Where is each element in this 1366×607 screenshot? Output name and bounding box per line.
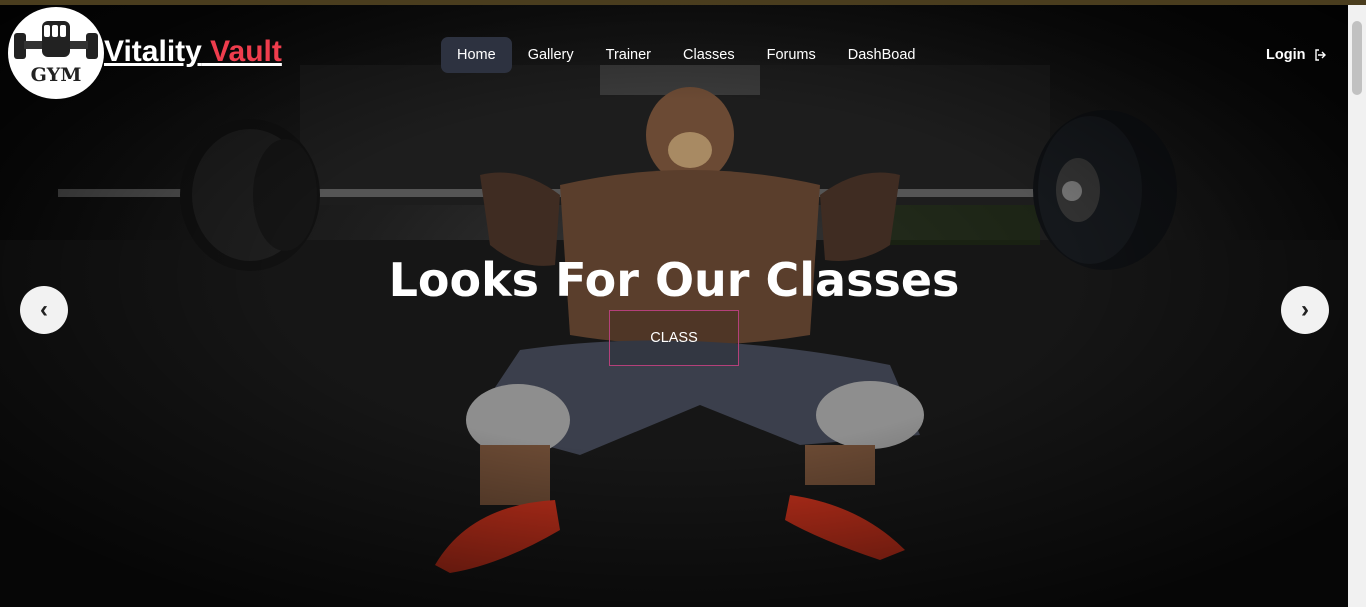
nav-item-forums[interactable]: Forums (751, 37, 832, 73)
scrollbar-thumb[interactable] (1352, 21, 1362, 95)
nav-item-dashboard[interactable]: DashBoad (832, 37, 932, 73)
main-menu: Home Gallery Trainer Classes Forums Dash… (441, 37, 931, 73)
brand-name-accent: Vault (201, 35, 282, 68)
carousel-next-button[interactable]: › (1281, 286, 1329, 334)
carousel-prev-button[interactable]: ‹ (20, 286, 68, 334)
nav-item-home[interactable]: Home (441, 37, 512, 73)
gym-logo[interactable]: GYM (8, 7, 104, 99)
brand-name[interactable]: Vitality Vault (104, 35, 282, 69)
login-button[interactable]: Login (1266, 47, 1327, 63)
nav-item-trainer[interactable]: Trainer (590, 37, 667, 73)
brand-name-primary: Vitality (104, 35, 202, 68)
fist-dumbbell-icon: GYM (14, 21, 98, 86)
logo-text: GYM (31, 64, 82, 86)
page-scrollbar[interactable] (1348, 5, 1366, 607)
login-icon (1315, 49, 1327, 61)
login-label: Login (1266, 47, 1306, 63)
chevron-right-icon: › (1301, 296, 1309, 323)
chevron-left-icon: ‹ (40, 296, 48, 323)
nav-item-gallery[interactable]: Gallery (512, 37, 590, 73)
class-button[interactable]: CLASS (609, 310, 739, 366)
navbar: GYM Vitality Vault Home Gallery Trainer … (0, 5, 1348, 101)
hero-headline: Looks For Our Classes (388, 253, 960, 307)
nav-item-classes[interactable]: Classes (667, 37, 751, 73)
